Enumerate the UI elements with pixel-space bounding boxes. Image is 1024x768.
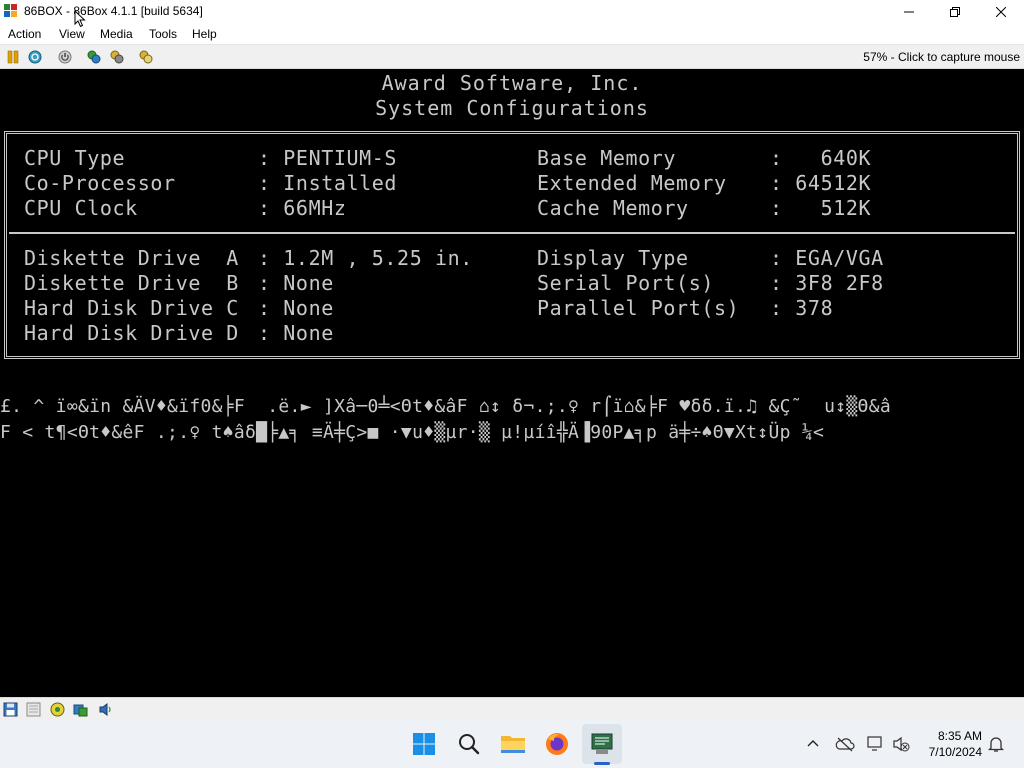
power-icon[interactable]: [58, 50, 72, 64]
close-button[interactable]: [978, 0, 1024, 24]
cpu-type-label: CPU Type: [24, 146, 126, 170]
bell-icon: [988, 737, 1004, 752]
cpu-clock-label: CPU Clock: [24, 196, 138, 220]
extended-memory-label: Extended Memory: [537, 171, 727, 195]
window-title: 86BOX - 86Box 4.1.1 [build 5634]: [24, 4, 203, 18]
firefox-icon: [546, 733, 568, 755]
garbled-output-line-1: £. ^ ï∞&ïn &ÄV♦&ïf0&╞F .ë.► ]Xâ─0╧<Θt♦&â…: [0, 396, 891, 417]
cpu-clock-value: : 66MHz: [258, 196, 347, 220]
diskette-a-label: Diskette Drive A: [24, 246, 239, 270]
network-status-icon: [867, 736, 882, 751]
minimize-button[interactable]: [886, 0, 932, 24]
menu-action[interactable]: Action: [8, 27, 41, 41]
clock-time: 8:35 AM: [937, 729, 982, 743]
capture-mouse-hint[interactable]: 57% - Click to capture mouse: [863, 50, 1020, 64]
close-icon: [996, 7, 1006, 17]
base-memory-value: : 640K: [770, 146, 872, 170]
ctrl-alt-del-icon[interactable]: [28, 50, 42, 64]
diskette-b-value: : None: [258, 271, 334, 295]
notifications-button[interactable]: [986, 734, 1006, 754]
sound-icon[interactable]: [98, 702, 113, 717]
search-icon: [459, 734, 480, 755]
minimize-icon: [904, 11, 914, 13]
config-divider: [9, 232, 1015, 234]
menu-media[interactable]: Media: [100, 27, 133, 41]
chevron-up-icon: [807, 740, 819, 747]
onedrive-tray-button[interactable]: [835, 734, 855, 754]
86box-taskbar-button[interactable]: [588, 730, 616, 758]
volume-muted-icon: [893, 736, 910, 752]
toolbar: 57% - Click to capture mouse: [0, 44, 1024, 69]
hard-disk-c-value: : None: [258, 296, 334, 320]
settings-icon[interactable]: [87, 50, 101, 64]
start-icon: [413, 733, 435, 755]
title-bar: 86BOX - 86Box 4.1.1 [build 5634]: [0, 0, 1024, 24]
disk-activity-icon[interactable]: [73, 702, 88, 717]
coprocessor-value: : Installed: [258, 171, 398, 195]
86box-app-icon: [4, 4, 17, 17]
parallel-ports-label: Parallel Port(s): [537, 296, 740, 320]
menu-bar: Action View Media Tools Help: [0, 24, 1024, 44]
emulator-screen[interactable]: Award Software, Inc. System Configuratio…: [0, 69, 1024, 697]
floppy-icon[interactable]: [3, 702, 18, 717]
diskette-a-value: : 1.2M , 5.25 in.: [258, 246, 473, 270]
screenshot-icon[interactable]: [139, 50, 153, 64]
hard-disk-d-label: Hard Disk Drive D: [24, 321, 239, 345]
onedrive-offline-icon: [835, 737, 855, 752]
base-memory-label: Base Memory: [537, 146, 677, 170]
menu-tools[interactable]: Tools: [149, 27, 177, 41]
menu-view[interactable]: View: [59, 27, 85, 41]
firefox-button[interactable]: [543, 730, 571, 758]
serial-ports-value: : 3F8 2F8: [770, 271, 884, 295]
tray-overflow-button[interactable]: [803, 734, 823, 754]
clock-date: 7/10/2024: [928, 745, 982, 759]
serial-ports-label: Serial Port(s): [537, 271, 714, 295]
diskette-b-label: Diskette Drive B: [24, 271, 239, 295]
network-icon[interactable]: [50, 702, 65, 717]
status-bar: [0, 697, 1024, 720]
hard-disk-d-value: : None: [258, 321, 334, 345]
menu-help[interactable]: Help: [192, 27, 217, 41]
display-type-label: Display Type: [537, 246, 689, 270]
parallel-ports-value: : 378: [770, 296, 834, 320]
coprocessor-label: Co-Processor: [24, 171, 176, 195]
active-app-indicator: [594, 762, 610, 765]
mouse-cursor-icon: [74, 10, 86, 28]
bios-config-title: System Configurations: [375, 96, 649, 120]
file-explorer-icon: [501, 736, 525, 753]
windows-taskbar: 8:35 AM 7/10/2024: [0, 720, 1024, 768]
cache-memory-label: Cache Memory: [537, 196, 689, 220]
bios-vendor-header: Award Software, Inc.: [381, 71, 643, 95]
start-button[interactable]: [410, 730, 438, 758]
86box-taskbar-icon: [591, 733, 613, 754]
network-tray-button[interactable]: [866, 734, 886, 754]
maximize-button[interactable]: [932, 0, 978, 24]
restore-icon: [950, 7, 960, 17]
taskbar-clock[interactable]: 8:35 AM 7/10/2024: [920, 728, 982, 760]
volume-tray-button[interactable]: [891, 734, 911, 754]
hard-disk-c-label: Hard Disk Drive C: [24, 296, 239, 320]
hard-reset-icon[interactable]: [110, 50, 124, 64]
file-explorer-button[interactable]: [499, 730, 527, 758]
cdrom-icon[interactable]: [26, 702, 41, 717]
cpu-type-value: : PENTIUM-S: [258, 146, 398, 170]
extended-memory-value: : 64512K: [770, 171, 872, 195]
pause-icon[interactable]: [6, 50, 20, 64]
display-type-value: : EGA/VGA: [770, 246, 884, 270]
garbled-output-line-2: F < t¶<Θt♦&êF .;.♀ t♠âδ█╞▲╕ ≡Ä╪Ç>■ ·▼u♦▒…: [0, 422, 825, 443]
cache-memory-value: : 512K: [770, 196, 872, 220]
search-button[interactable]: [455, 730, 483, 758]
